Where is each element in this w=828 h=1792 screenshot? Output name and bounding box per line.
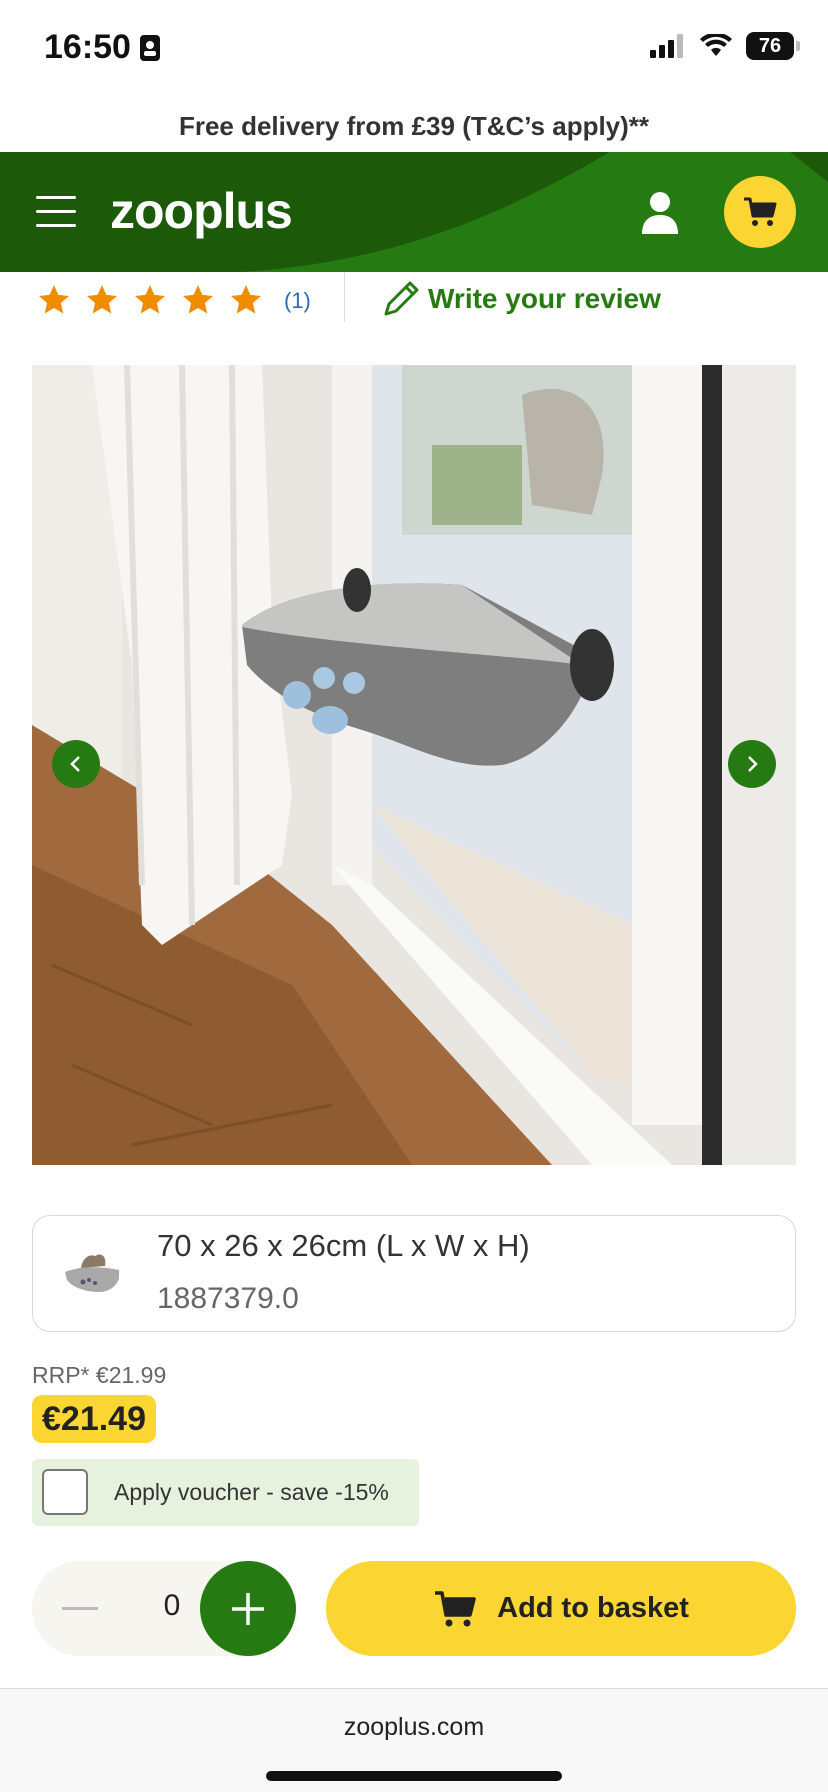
plus-icon bbox=[232, 1592, 264, 1625]
browser-address[interactable]: zooplus.com bbox=[0, 1713, 828, 1742]
rating-row: (1) Write your review bbox=[0, 272, 828, 326]
cart-button[interactable] bbox=[724, 176, 796, 248]
voucher-label: Apply voucher - save -15% bbox=[114, 1479, 389, 1505]
increase-quantity-button[interactable] bbox=[200, 1561, 296, 1656]
battery-icon: 76 bbox=[746, 32, 800, 60]
logo[interactable]: zooplus bbox=[110, 182, 293, 240]
site-header: zooplus bbox=[0, 152, 828, 272]
wifi-icon bbox=[700, 34, 732, 56]
signal-icon bbox=[650, 34, 683, 58]
decrease-quantity-button[interactable] bbox=[62, 1607, 98, 1610]
quantity-stepper: 0 bbox=[32, 1561, 296, 1656]
rrp-price: RRP* €21.99 bbox=[32, 1362, 167, 1388]
add-to-basket-label: Add to basket bbox=[497, 1592, 689, 1624]
gallery-next-button[interactable] bbox=[728, 740, 776, 788]
star-icon bbox=[87, 285, 117, 314]
write-review-label: Write your review bbox=[428, 283, 661, 314]
id-card-icon bbox=[139, 34, 160, 61]
star-icon bbox=[39, 285, 69, 314]
user-icon[interactable] bbox=[640, 190, 680, 234]
status-time: 16:50 bbox=[44, 28, 161, 67]
pencil-icon bbox=[384, 281, 419, 316]
quantity-value[interactable]: 0 bbox=[152, 1589, 192, 1623]
product-photo bbox=[32, 365, 796, 1165]
voucher-checkbox[interactable] bbox=[42, 1469, 88, 1515]
status-right: 76 bbox=[650, 32, 800, 60]
menu-icon[interactable] bbox=[36, 196, 76, 228]
variant-selector[interactable]: 70 x 26 x 26cm (L x W x H) 1887379.0 bbox=[32, 1215, 796, 1332]
gallery-prev-button[interactable] bbox=[52, 740, 100, 788]
review-count-link[interactable]: (1) bbox=[284, 288, 311, 314]
promo-banner[interactable]: Free delivery from £39 (T&C’s apply)** bbox=[0, 100, 828, 152]
status-bar: 16:50 76 bbox=[0, 0, 828, 96]
status-time-text: 16:50 bbox=[44, 28, 131, 66]
variant-sku: 1887379.0 bbox=[157, 1282, 299, 1315]
cart-icon bbox=[744, 197, 777, 226]
chevron-right-icon bbox=[748, 756, 758, 772]
variant-size: 70 x 26 x 26cm (L x W x H) bbox=[157, 1228, 530, 1263]
battery-level: 76 bbox=[758, 34, 782, 57]
cart-icon bbox=[435, 1590, 476, 1626]
voucher-option[interactable]: Apply voucher - save -15% bbox=[32, 1459, 419, 1526]
star-icon bbox=[231, 285, 261, 314]
product-gallery[interactable] bbox=[32, 365, 796, 1165]
browser-bottom-bar: zooplus.com bbox=[0, 1688, 828, 1792]
star-rating bbox=[36, 282, 264, 318]
star-icon bbox=[135, 285, 165, 314]
star-icon bbox=[183, 285, 213, 314]
current-price: €21.49 bbox=[32, 1395, 156, 1443]
chevron-left-icon bbox=[70, 756, 80, 772]
add-to-basket-button[interactable]: Add to basket bbox=[326, 1561, 796, 1656]
divider bbox=[344, 272, 345, 322]
variant-thumbnail bbox=[65, 1254, 119, 1292]
write-review-link[interactable]: Write your review bbox=[380, 278, 661, 320]
home-indicator bbox=[266, 1771, 562, 1781]
